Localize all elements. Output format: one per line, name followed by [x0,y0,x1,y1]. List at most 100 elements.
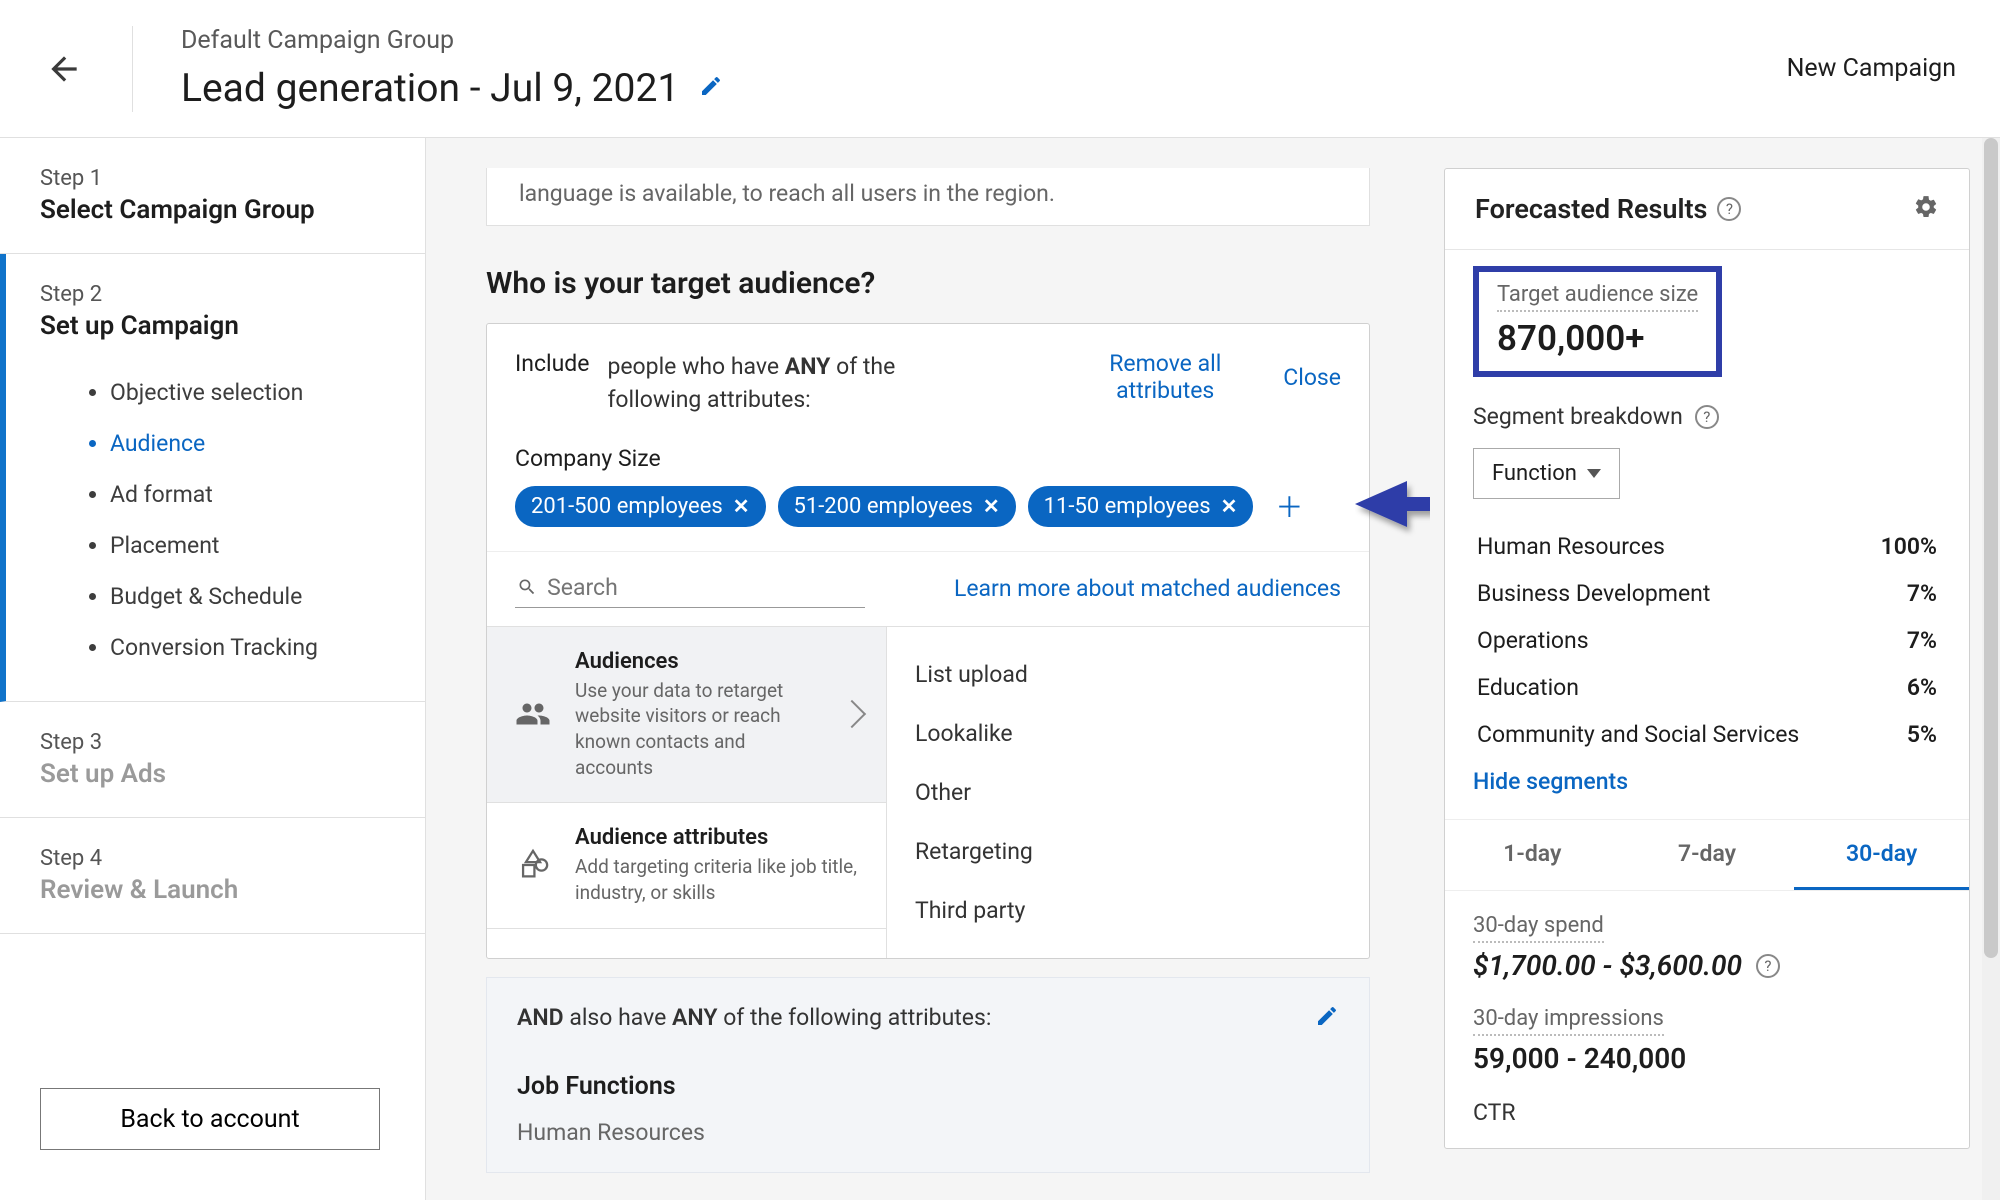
forecast-panel: Forecasted Results ? Target audience siz… [1430,138,2000,1200]
and-text: AND also have ANY of the following attri… [517,1004,1315,1031]
chip-company-size[interactable]: 11-50 employees✕ [1028,486,1254,527]
spend-label: 30-day spend [1473,913,1604,943]
campaign-group-label: Default Campaign Group [181,26,1787,55]
new-campaign-link[interactable]: New Campaign [1787,54,1956,83]
title-block: Default Campaign Group Lead generation -… [181,26,1787,111]
step-small-label: Step 2 [40,282,385,307]
close-icon[interactable]: ✕ [983,494,1000,518]
sidebar-item-placement[interactable]: Placement [110,520,385,571]
category-desc: Use your data to retarget website visito… [575,678,822,781]
learn-more-link[interactable]: Learn more about matched audiences [954,575,1341,602]
segment-breakdown-label: Segment breakdown [1473,403,1683,430]
category-list: Audiences Use your data to retarget webs… [487,627,887,958]
segment-row: Education6% [1473,664,1941,711]
sub-option[interactable]: List upload [887,645,1369,704]
sidebar-item-ad-format[interactable]: Ad format [110,469,385,520]
sub-option[interactable]: Retargeting [887,822,1369,881]
scrollbar-thumb[interactable] [1984,138,1998,958]
job-functions-title: Job Functions [517,1072,1339,1101]
help-icon[interactable]: ? [1756,954,1780,978]
audience-card: Include people who have ANY of the follo… [486,323,1370,959]
impressions-label: 30-day impressions [1473,1006,1664,1036]
job-functions-value: Human Resources [517,1119,1339,1146]
audience-heading: Who is your target audience? [486,266,1370,301]
segment-row: Human Resources100% [1473,523,1941,570]
include-label: Include [515,350,589,377]
chip-row: 201-500 employees✕ 51-200 employees✕ 11-… [515,486,1341,527]
annotation-arrow [1355,481,1430,551]
chip-company-size[interactable]: 51-200 employees✕ [778,486,1016,527]
campaign-title: Lead generation - Jul 9, 2021 [181,65,679,111]
close-icon[interactable]: ✕ [1221,494,1238,518]
sidebar-step-2[interactable]: Step 2 Set up Campaign Objective selecti… [0,254,425,702]
forecast-tabs: 1-day 7-day 30-day [1445,819,1969,891]
close-link[interactable]: Close [1283,364,1341,391]
category-title: Audiences [575,649,822,674]
category-attributes[interactable]: Audience attributes Add targeting criter… [487,803,886,928]
sidebar-item-objective[interactable]: Objective selection [110,367,385,418]
tab-30day[interactable]: 30-day [1794,820,1969,890]
hide-segments-link[interactable]: Hide segments [1473,768,1941,795]
sub-option[interactable]: Third party [887,881,1369,940]
segment-row: Operations7% [1473,617,1941,664]
arrow-left-icon [45,50,83,88]
chevron-right-icon [838,700,866,728]
step-small-label: Step 3 [40,730,385,755]
category-desc: Add targeting criteria like job title, i… [575,854,862,905]
chip-company-size[interactable]: 201-500 employees✕ [515,486,766,527]
category-audiences[interactable]: Audiences Use your data to retarget webs… [487,627,886,804]
help-icon[interactable]: ? [1695,405,1719,429]
scrollbar-track[interactable] [1982,138,2000,1200]
include-description: people who have ANY of the following att… [607,350,937,417]
spend-value: $1,700.00 - $3,600.00 [1473,949,1742,982]
forecast-title: Forecasted Results [1475,193,1707,225]
top-bar: Default Campaign Group Lead generation -… [0,0,2000,138]
function-dropdown[interactable]: Function [1473,448,1620,499]
back-arrow-button[interactable] [44,49,84,89]
audience-size-value: 870,000+ [1497,318,1698,359]
segment-row: Community and Social Services5% [1473,711,1941,758]
sidebar-item-budget[interactable]: Budget & Schedule [110,571,385,622]
segment-row: Business Development7% [1473,570,1941,617]
back-to-account-button[interactable]: Back to account [40,1088,380,1150]
sub-option-list: List upload Lookalike Other Retargeting … [887,627,1369,958]
tab-7day[interactable]: 7-day [1620,820,1795,890]
company-size-label: Company Size [515,445,1341,472]
add-chip-button[interactable]: ＋ [1265,486,1313,526]
vertical-divider [132,26,133,112]
sidebar-step-1[interactable]: Step 1 Select Campaign Group [0,138,425,254]
step-small-label: Step 1 [40,166,385,191]
step-title: Set up Ads [40,759,385,789]
sidebar-item-audience[interactable]: Audience [110,418,385,469]
pencil-icon [1315,1004,1339,1028]
search-input[interactable] [547,574,863,601]
tab-1day[interactable]: 1-day [1445,820,1620,890]
ctr-label: CTR [1473,1099,1941,1126]
search-input-wrapper[interactable] [515,570,865,608]
pencil-icon [699,74,723,98]
step-small-label: Step 4 [40,846,385,871]
sidebar-step-3[interactable]: Step 3 Set up Ads [0,702,425,818]
audience-size-label: Target audience size [1497,282,1698,312]
settings-button[interactable] [1913,194,1939,224]
edit-title-button[interactable] [699,74,723,102]
audience-size-highlight: Target audience size 870,000+ [1473,266,1722,377]
sub-option[interactable]: Other [887,763,1369,822]
sidebar-item-conversion[interactable]: Conversion Tracking [110,622,385,673]
step-title: Set up Campaign [40,311,385,341]
sidebar-step-4[interactable]: Step 4 Review & Launch [0,818,425,934]
clipped-info-box: language is available, to reach all user… [486,168,1370,226]
chevron-down-icon [1587,469,1601,478]
step-title: Review & Launch [40,875,385,905]
close-icon[interactable]: ✕ [733,494,750,518]
remove-all-link[interactable]: Remove all attributes [1095,350,1235,404]
sub-option[interactable]: Lookalike [887,704,1369,763]
search-icon [517,576,537,598]
sidebar-substeps: Objective selection Audience Ad format P… [40,367,385,673]
help-icon[interactable]: ? [1717,197,1741,221]
shapes-icon [511,843,555,887]
segment-list: Human Resources100% Business Development… [1473,523,1941,758]
edit-and-button[interactable] [1315,1004,1339,1032]
gear-icon [1913,194,1939,220]
step-title: Select Campaign Group [40,195,385,225]
